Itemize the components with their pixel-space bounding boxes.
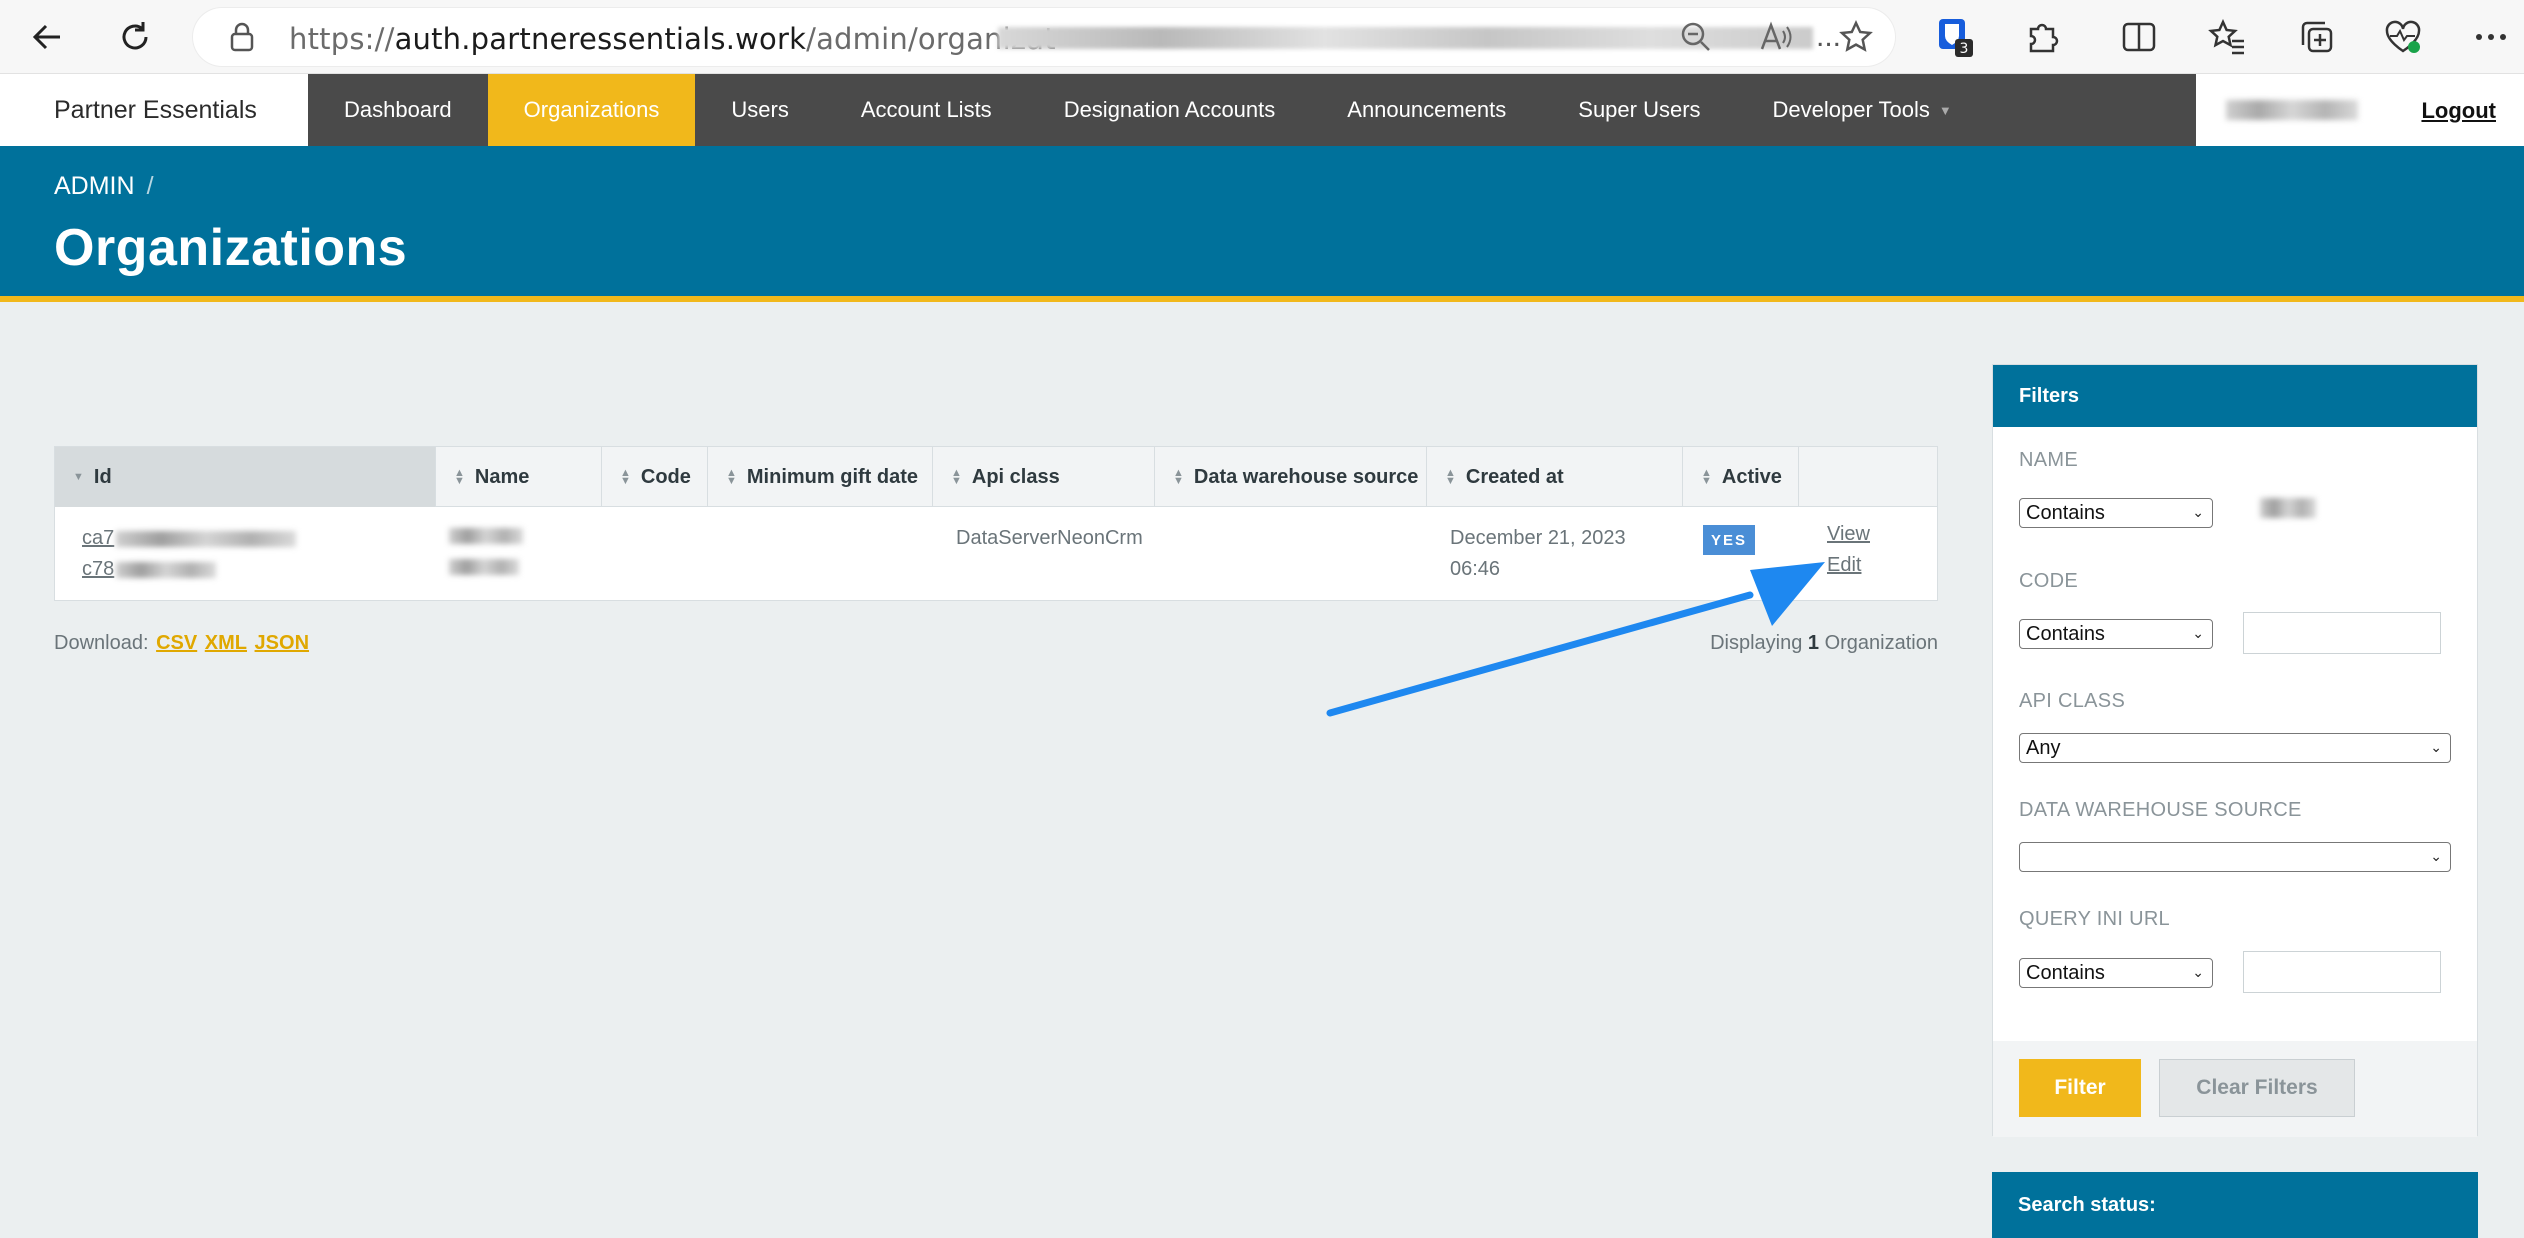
extension-badge-count: 3 bbox=[1960, 41, 1969, 57]
download-links: Download: CSV XML JSON bbox=[54, 632, 309, 655]
browser-toolbar: https://auth.partneressentials.work/admi… bbox=[0, 0, 2524, 74]
collections-icon[interactable] bbox=[2294, 14, 2340, 60]
cell-id: ca7 c78 bbox=[82, 523, 297, 585]
page-header: ADMIN / Organizations bbox=[0, 146, 2524, 302]
breadcrumb-separator: / bbox=[146, 172, 154, 200]
sort-icon: ▲ ▼ bbox=[620, 467, 631, 487]
download-csv-link[interactable]: CSV bbox=[156, 632, 197, 654]
search-status-panel-title: Search status: bbox=[1992, 1172, 2478, 1238]
chevron-down-icon: ⌄ bbox=[2192, 964, 2204, 980]
nav-item-dashboard[interactable]: Dashboard bbox=[308, 74, 488, 146]
nav-item-organizations[interactable]: Organizations bbox=[487, 74, 696, 146]
filter-data-warehouse-source-select[interactable]: ⌄ bbox=[2019, 842, 2451, 872]
redacted-id bbox=[116, 530, 297, 547]
filter-actions: Filter Clear Filters bbox=[1993, 1041, 2477, 1137]
chevron-down-icon: ⌄ bbox=[2192, 504, 2204, 520]
nav-item-users[interactable]: Users bbox=[695, 74, 824, 146]
sort-icon: ▲ ▼ bbox=[726, 467, 737, 487]
filter-name-label: NAME bbox=[2019, 449, 2078, 471]
logout-link[interactable]: Logout bbox=[2421, 98, 2496, 124]
sort-icon: ▲ ▼ bbox=[951, 467, 962, 487]
refresh-icon[interactable] bbox=[112, 14, 158, 60]
sort-icon: ▲ ▼ bbox=[1701, 467, 1712, 487]
sort-icon: ▲ ▼ bbox=[1173, 467, 1184, 487]
nav-item-announcements[interactable]: Announcements bbox=[1311, 74, 1542, 146]
zoom-icon[interactable] bbox=[1673, 14, 1719, 60]
split-screen-icon[interactable] bbox=[2116, 14, 2162, 60]
id-link-line1[interactable]: ca7 bbox=[82, 523, 114, 554]
back-icon[interactable] bbox=[24, 14, 70, 60]
column-header-code[interactable]: ▲ ▼ Code bbox=[602, 447, 708, 507]
user-area: Logout bbox=[2196, 74, 2524, 146]
page-title: Organizations bbox=[54, 219, 408, 277]
more-menu-icon[interactable] bbox=[2468, 14, 2514, 60]
filter-query-ini-url-input[interactable] bbox=[2243, 951, 2441, 993]
filter-code-input[interactable] bbox=[2243, 612, 2441, 654]
password-manager-icon[interactable]: 3 bbox=[1932, 14, 1978, 60]
id-link-line2[interactable]: c78 bbox=[82, 554, 114, 585]
nav-item-developer-tools[interactable]: Developer Tools ▼ bbox=[1737, 74, 1988, 146]
filter-query-ini-url-operator-select[interactable]: Contains ⌄ bbox=[2019, 958, 2213, 988]
url-text: https://auth.partneressentials.work/admi… bbox=[289, 22, 1056, 56]
filters-panel: Filters NAME Contains ⌄ CODE Contains ⌄ AP… bbox=[1992, 364, 2478, 1137]
column-header-data-warehouse-source[interactable]: ▲ ▼ Data warehouse source bbox=[1155, 447, 1427, 507]
main-navigation: Partner Essentials Dashboard Organizatio… bbox=[0, 74, 2524, 146]
brand-name[interactable]: Partner Essentials bbox=[0, 74, 308, 146]
column-header-minimum-gift-date[interactable]: ▲ ▼ Minimum gift date bbox=[708, 447, 933, 507]
download-json-link[interactable]: JSON bbox=[255, 632, 309, 654]
chevron-down-icon: ⌄ bbox=[2430, 848, 2442, 864]
redacted-name bbox=[449, 559, 519, 575]
nav-items: Dashboard Organizations Users Account Li… bbox=[308, 74, 1988, 146]
breadcrumb-admin[interactable]: ADMIN bbox=[54, 172, 135, 200]
download-label: Download: bbox=[54, 632, 149, 654]
filter-code-operator-select[interactable]: Contains ⌄ bbox=[2019, 619, 2213, 649]
column-header-api-class[interactable]: ▲ ▼ Api class bbox=[933, 447, 1155, 507]
download-xml-link[interactable]: XML bbox=[205, 632, 247, 654]
column-header-created-at[interactable]: ▲ ▼ Created at bbox=[1427, 447, 1683, 507]
breadcrumb: ADMIN / bbox=[54, 172, 154, 201]
chevron-down-icon: ⌄ bbox=[2192, 625, 2204, 641]
nav-item-developer-tools-label: Developer Tools bbox=[1772, 97, 1930, 122]
redacted-name bbox=[449, 528, 523, 544]
browser-essentials-icon[interactable] bbox=[2380, 14, 2426, 60]
annotation-arrow-icon bbox=[1326, 562, 1825, 717]
column-header-active[interactable]: ▲ ▼ Active bbox=[1683, 447, 1799, 507]
favorite-star-icon[interactable] bbox=[1833, 14, 1879, 60]
caret-down-icon: ▼ bbox=[1938, 102, 1952, 118]
sort-desc-icon: ▼ bbox=[73, 471, 84, 483]
lock-icon bbox=[219, 14, 265, 60]
address-bar[interactable]: https://auth.partneressentials.work/admi… bbox=[193, 8, 1895, 66]
filter-data-warehouse-source-label: DATA WAREHOUSE SOURCE bbox=[2019, 799, 2302, 821]
sort-icon: ▲ ▼ bbox=[454, 467, 465, 487]
redacted-username bbox=[2226, 100, 2358, 120]
filter-button[interactable]: Filter bbox=[2019, 1059, 2141, 1117]
nav-item-super-users[interactable]: Super Users bbox=[1542, 74, 1736, 146]
nav-item-designation-accounts[interactable]: Designation Accounts bbox=[1028, 74, 1312, 146]
sort-icon: ▲ ▼ bbox=[1445, 467, 1456, 487]
filter-api-class-select[interactable]: Any ⌄ bbox=[2019, 733, 2451, 763]
filters-title: Filters bbox=[1993, 365, 2477, 427]
table-header: ▼ Id ▲ ▼ Name ▲ ▼ Code ▲ ▼ Minimum gift date ▲ ▼… bbox=[55, 447, 1937, 507]
favorites-icon[interactable] bbox=[2204, 14, 2250, 60]
filter-code-label: CODE bbox=[2019, 570, 2078, 592]
filter-name-operator-select[interactable]: Contains ⌄ bbox=[2019, 498, 2213, 528]
clear-filters-button[interactable]: Clear Filters bbox=[2159, 1059, 2355, 1117]
chevron-down-icon: ⌄ bbox=[2430, 739, 2442, 755]
filter-api-class-label: API CLASS bbox=[2019, 690, 2126, 712]
redacted-filter-value bbox=[2260, 498, 2316, 518]
cell-api-class: DataServerNeonCrm bbox=[956, 527, 1143, 549]
redacted-id bbox=[116, 561, 217, 578]
read-aloud-icon[interactable] bbox=[1753, 14, 1799, 60]
nav-item-account-lists[interactable]: Account Lists bbox=[825, 74, 1028, 146]
column-header-id[interactable]: ▼ Id bbox=[55, 447, 436, 507]
filter-query-ini-url-label: QUERY INI URL bbox=[2019, 908, 2170, 930]
filter-name-input[interactable] bbox=[2243, 483, 2441, 525]
extensions-icon[interactable] bbox=[2020, 14, 2066, 60]
column-header-name[interactable]: ▲ ▼ Name bbox=[436, 447, 602, 507]
cell-name bbox=[449, 523, 523, 585]
